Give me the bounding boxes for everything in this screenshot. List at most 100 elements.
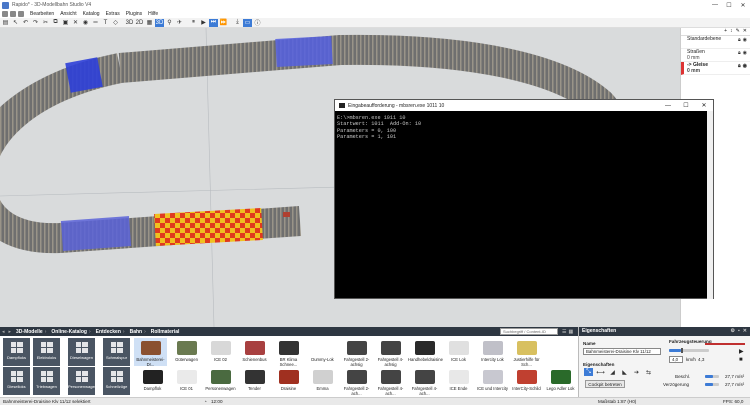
catalog-item[interactable]: Draisine: [272, 367, 305, 395]
eye-icon[interactable]: ◉: [743, 63, 747, 70]
forward-icon[interactable]: ▸: [9, 329, 12, 335]
list-view-icon[interactable]: ☰: [562, 329, 566, 335]
vehicle-mode-icon[interactable]: ⤡: [584, 368, 593, 376]
view-3d-button[interactable]: 3D: [125, 19, 134, 27]
eye-icon[interactable]: ◉: [743, 37, 747, 44]
view-3d-active-button[interactable]: 3D: [155, 18, 164, 27]
category-tile[interactable]: Elektroloks: [33, 338, 60, 366]
catalog-item[interactable]: Tender: [238, 367, 271, 395]
incline-mode-icon[interactable]: ◣: [620, 368, 629, 376]
console-window[interactable]: Eingabeaufforderung - mbsren.exe 1011 10…: [334, 99, 714, 299]
play-icon[interactable]: ▶: [739, 348, 744, 355]
accel-slider[interactable]: [705, 375, 719, 378]
catalog-item[interactable]: Intercity Lok: [476, 338, 509, 366]
catalog-item[interactable]: ICE und Intercity: [476, 367, 509, 395]
paste-icon[interactable]: ▣: [61, 19, 70, 27]
layer-item[interactable]: Straßen 0 mm 🔒︎ ◉: [681, 49, 750, 62]
ramp-mode-icon[interactable]: ◢: [608, 368, 617, 376]
text-icon[interactable]: T: [101, 19, 110, 27]
console-scrollbar[interactable]: [707, 111, 713, 299]
catalog-item[interactable]: Fahrgestell 4-ach...: [408, 367, 441, 396]
minimize-button[interactable]: —: [708, 0, 722, 10]
category-tile[interactable]: Dieselwagen: [68, 338, 95, 366]
toolbox-icon[interactable]: [18, 11, 24, 17]
catalog-item[interactable]: Personenwagen: [204, 367, 237, 395]
layer-item-selected[interactable]: -> Gleise 0 mm 🔒︎ ◉: [681, 62, 750, 75]
tile-view-icon[interactable]: ▦: [568, 329, 573, 335]
camera-icon[interactable]: ◉: [81, 19, 90, 27]
eye-icon[interactable]: ◉: [743, 50, 747, 57]
catalog-item[interactable]: ICE 01: [170, 367, 203, 395]
lock-icon[interactable]: 🔒︎: [738, 37, 741, 44]
catalog-item-selected[interactable]: Bahnmeisterei-Dr...: [134, 338, 167, 367]
copy-icon[interactable]: ⧉: [51, 19, 60, 27]
fast-forward-button[interactable]: ⏩: [219, 19, 228, 27]
catalog-item[interactable]: InterCity-Schild: [510, 367, 543, 395]
cockpit-button[interactable]: Cockpit betreten: [585, 380, 625, 388]
add-layer-icon[interactable]: +: [724, 28, 727, 35]
pin-icon[interactable]: ▪: [738, 327, 740, 336]
catalog-item[interactable]: Güterwagen: [170, 338, 203, 366]
step-button[interactable]: ⏭: [209, 18, 218, 27]
catalog-item[interactable]: Justierhilfe für Sch...: [510, 338, 543, 367]
menu-ansicht[interactable]: Ansicht: [60, 11, 76, 17]
breadcrumb-3d-modelle[interactable]: 3D-Modelle: [16, 329, 43, 335]
edit-layer-icon[interactable]: ✎: [736, 28, 740, 35]
draisine-vehicle[interactable]: [283, 212, 290, 217]
select-icon[interactable]: ↖: [11, 19, 20, 27]
catalog-item[interactable]: Fahrgestell 4-ach...: [374, 367, 407, 396]
catalog-search-input[interactable]: Suchbegriff / Content-ID: [500, 328, 558, 335]
close-icon[interactable]: ✕: [743, 327, 747, 336]
back-icon[interactable]: ◂: [2, 329, 5, 335]
decel-slider[interactable]: [705, 383, 719, 386]
speed-slider[interactable]: [669, 348, 709, 353]
lock-icon[interactable]: 🔒︎: [738, 50, 741, 57]
flip-mode-icon[interactable]: ⇆: [644, 368, 653, 376]
console-output[interactable]: E:\>mbsren.exe 1011 10 Startwert: 1011 Ad…: [335, 111, 713, 145]
category-tile[interactable]: Diesel­loks: [3, 367, 30, 395]
catalog-item[interactable]: Dummy-Lok: [306, 338, 339, 366]
track-icon[interactable]: ═: [91, 19, 100, 27]
catalog-item[interactable]: ICE 02: [204, 338, 237, 366]
delete-layer-icon[interactable]: ✕: [743, 28, 747, 35]
console-close-button[interactable]: ✕: [695, 100, 713, 111]
maximize-button[interactable]: ☐: [722, 0, 736, 10]
close-button[interactable]: ✕: [736, 0, 750, 10]
console-minimize-button[interactable]: —: [659, 100, 677, 111]
catalog-item[interactable]: Handhebeldraisine: [408, 338, 443, 366]
breadcrumb-rollmaterial[interactable]: Rollmaterial: [151, 329, 180, 335]
redo-icon[interactable]: ↷: [31, 19, 40, 27]
catalog-item[interactable]: Fahrgestell 2-ach...: [340, 367, 373, 396]
menu-hilfe[interactable]: Hilfe: [148, 11, 158, 17]
category-tile[interactable]: Schmalspur: [103, 338, 130, 366]
menu-katalog[interactable]: Katalog: [83, 11, 100, 17]
menu-extras[interactable]: Extras: [106, 11, 120, 17]
catalog-item[interactable]: Emma: [306, 367, 339, 395]
cut-icon[interactable]: ✂: [41, 19, 50, 27]
category-tile[interactable]: Triebwagen: [33, 367, 60, 395]
catalog-item[interactable]: Fahrgestell 4-achsig: [374, 338, 407, 367]
menu-bearbeiten[interactable]: Bearbeiten: [30, 11, 54, 17]
display-icon[interactable]: ▭: [243, 18, 252, 27]
move-layer-icon[interactable]: ↕: [730, 28, 733, 35]
shape-icon[interactable]: ◇: [111, 19, 120, 27]
grid-view-button[interactable]: ▦: [145, 19, 154, 27]
lock-icon[interactable]: 🔒︎: [738, 63, 741, 70]
console-maximize-button[interactable]: ☐: [677, 100, 695, 111]
pause-button[interactable]: ⏸: [189, 19, 198, 27]
catalog-item[interactable]: ICE Ende: [442, 367, 475, 395]
stop-icon[interactable]: ■: [739, 357, 743, 363]
breadcrumb-online-katalog[interactable]: Online-Katalog: [51, 329, 87, 335]
category-tile[interactable]: Schnellzüge: [103, 367, 130, 395]
arrow-mode-icon[interactable]: ➔: [632, 368, 641, 376]
catalog-item[interactable]: BR Klima Schnee...: [272, 338, 305, 367]
home-icon[interactable]: [2, 11, 8, 17]
track-mode-icon[interactable]: ⟷: [596, 368, 605, 376]
catalog-item[interactable]: Schienenbus: [238, 338, 271, 366]
menu-plugins[interactable]: Plugins: [126, 11, 142, 17]
download-icon[interactable]: ⤓: [233, 19, 242, 27]
save-icon[interactable]: ▤: [1, 19, 10, 27]
catalog-item[interactable]: Fahrgestell 2-achsig: [340, 338, 373, 367]
undo-icon[interactable]: ↶: [21, 19, 30, 27]
layer-item[interactable]: Standardebene 🔒︎ ◉: [681, 36, 750, 49]
